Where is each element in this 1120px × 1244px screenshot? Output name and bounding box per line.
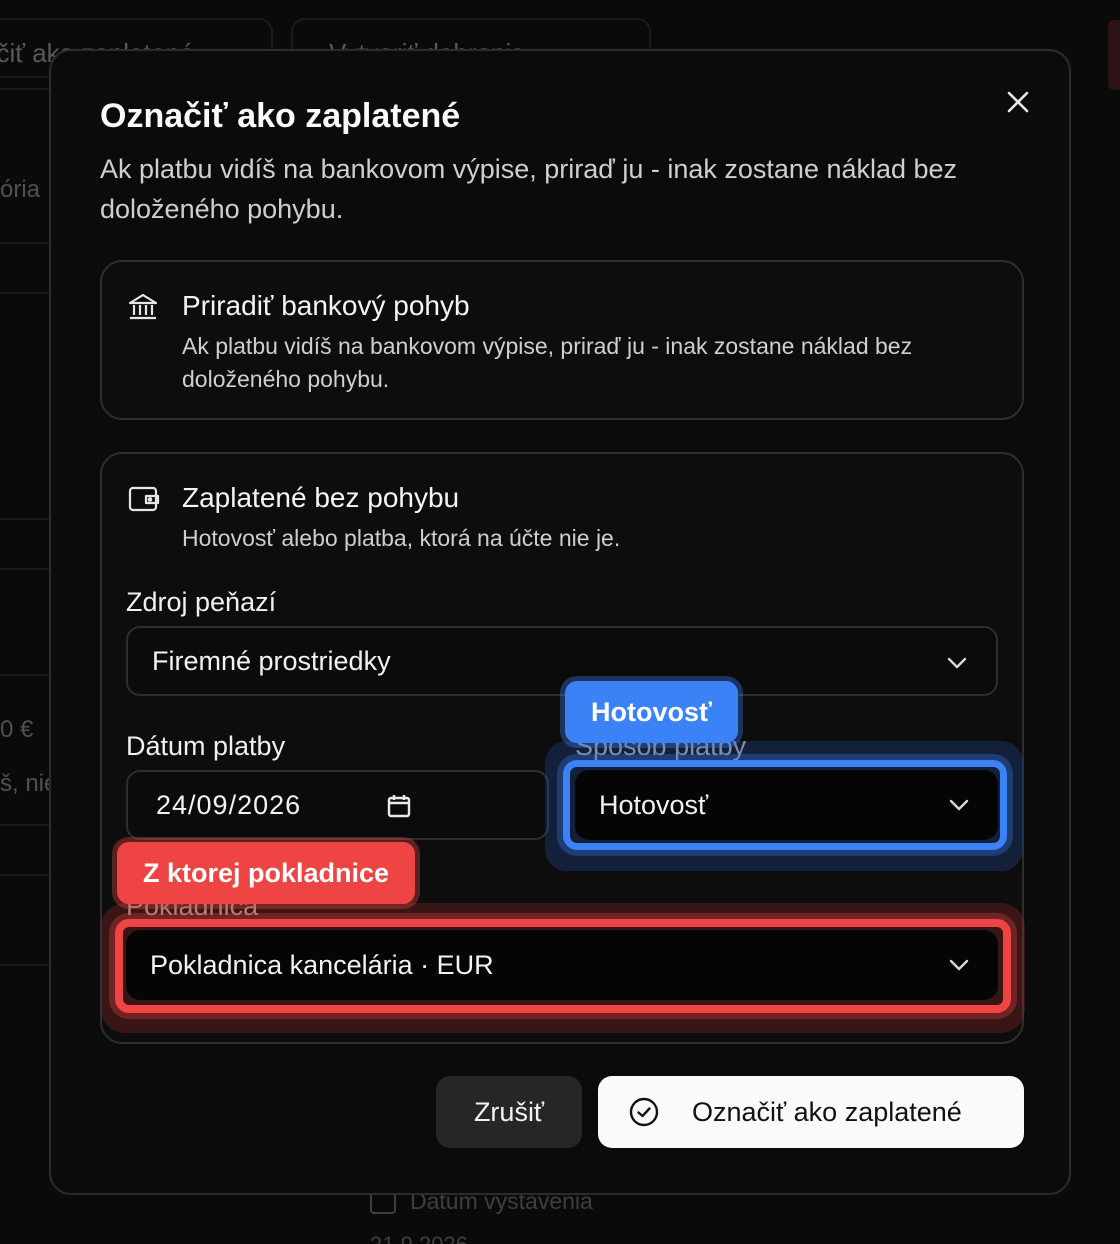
background-left-panel: ória 0 € š, nie — [0, 88, 57, 1088]
close-icon[interactable] — [1003, 87, 1033, 117]
background-date-value: 21.9.2026 — [370, 1232, 468, 1244]
annotation-badge-red: Z ktorej pokladnice — [117, 842, 416, 904]
dialog-title: Označiť ako zaplatené — [100, 97, 461, 135]
option-title: Priradiť bankový pohyb — [182, 290, 470, 321]
calendar-icon[interactable] — [387, 794, 411, 818]
payment-date-input[interactable]: 24/09/2026 — [126, 770, 549, 840]
confirm-label: Označiť ako zaplatené — [692, 1096, 962, 1127]
option-subtitle: Ak platbu vidíš na bankovom výpise, prir… — [182, 333, 913, 392]
confirm-paid-button[interactable]: Označiť ako zaplatené — [598, 1076, 1024, 1148]
divider — [0, 874, 50, 876]
background-text: 0 € — [0, 716, 34, 743]
payment-date-value: 24/09/2026 — [156, 789, 302, 820]
payment-date-label: Dátum platby — [126, 731, 286, 761]
divider — [0, 964, 50, 966]
divider — [0, 518, 50, 520]
background-accent — [1108, 20, 1120, 90]
background-text: ória — [0, 176, 41, 203]
wallet-icon — [128, 484, 160, 519]
option-subtitle: Hotovosť alebo platba, ktorá na účte nie… — [182, 525, 621, 551]
option-bank-transaction[interactable]: Priradiť bankový pohyb Ak platbu vidíš n… — [100, 260, 1024, 420]
divider — [0, 674, 50, 676]
mark-paid-dialog: Označiť ako zaplatené Ak platbu vidíš na… — [49, 49, 1071, 1195]
annotation-badge-blue: Hotovosť — [565, 681, 738, 743]
check-circle-icon — [629, 1097, 659, 1127]
cancel-button[interactable]: Zrušiť — [436, 1076, 582, 1148]
divider — [0, 568, 50, 570]
divider — [0, 824, 50, 826]
chevron-down-icon — [947, 657, 967, 669]
dialog-description: Ak platbu vidíš na bankovom výpise, prir… — [100, 154, 958, 224]
highlight-ring-red — [115, 919, 1011, 1013]
cancel-label: Zrušiť — [473, 1096, 545, 1127]
highlight-ring-blue — [563, 760, 1007, 850]
source-label: Zdroj peňazí — [126, 587, 277, 617]
money-source-value: Firemné prostriedky — [152, 645, 391, 676]
divider — [0, 292, 50, 294]
divider — [0, 88, 50, 90]
divider — [0, 242, 50, 244]
option-title: Zaplatené bez pohybu — [182, 482, 460, 513]
bank-icon — [128, 292, 158, 327]
money-source-select[interactable]: Firemné prostriedky — [126, 626, 998, 696]
